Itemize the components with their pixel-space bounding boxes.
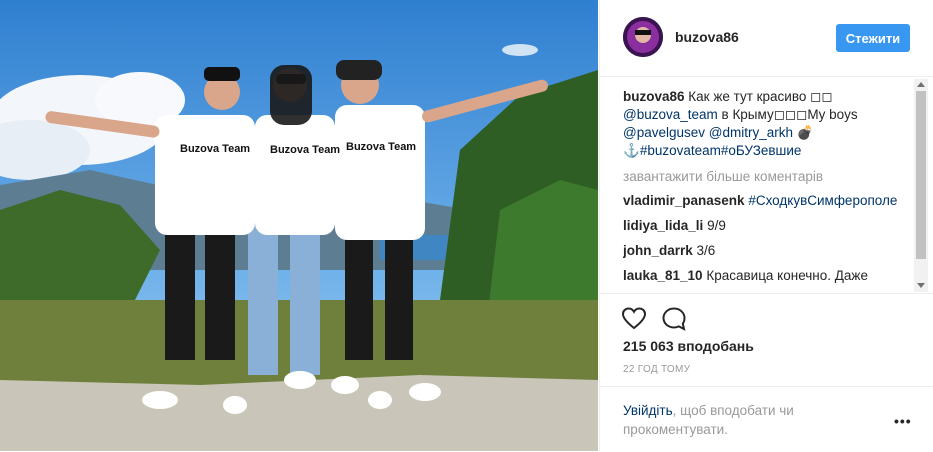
caption-boys: My boys <box>807 107 858 122</box>
load-more-comments[interactable]: завантажити більше коментарів <box>623 168 913 186</box>
comment: lidiya_lida_li 9/9 <box>623 217 913 235</box>
mention-dmitry-arkh[interactable]: @dmitry_arkh <box>709 125 793 140</box>
caption-emoji-2: ◻◻◻ <box>773 107 808 122</box>
comment: lauka_81_10 Красавица конечно. Даже <box>623 267 913 285</box>
comments-list[interactable]: buzova86 Как же тут красиво ◻◻ @buzova_t… <box>623 88 913 293</box>
mention-pavelgusev[interactable]: @pavelgusev <box>623 125 705 140</box>
avatar[interactable] <box>623 17 663 57</box>
caption-emoji: ◻◻ <box>810 89 833 104</box>
scroll-up-arrow-icon[interactable] <box>917 82 925 87</box>
scroll-down-arrow-icon[interactable] <box>917 283 925 288</box>
comment-text: 9/9 <box>707 218 726 233</box>
ellipsis-icon[interactable]: ••• <box>894 413 912 429</box>
comment-text: 3/6 <box>696 243 716 258</box>
caption-text: Как же тут красиво <box>688 89 811 104</box>
avatar-image <box>623 17 663 57</box>
login-prompt: Увійдіть, щоб вподобати чи прокоментуват… <box>623 401 843 439</box>
svg-text:Buzova Team: Buzova Team <box>270 144 340 156</box>
caption-mid: в Крыму <box>717 107 774 122</box>
comment-username[interactable]: john_darrk <box>623 243 693 258</box>
svg-text:Buzova Team: Buzova Team <box>180 143 250 155</box>
scroll-thumb[interactable] <box>916 91 926 259</box>
mention-buzova-team[interactable]: @buzova_team <box>623 107 718 122</box>
action-bar <box>600 293 933 331</box>
comment-username[interactable]: lidiya_lida_li <box>623 218 703 233</box>
anchor-emoji: ⚓ <box>623 143 640 158</box>
bomb-emoji: 💣 <box>796 125 814 140</box>
caption: buzova86 Как же тут красиво ◻◻ @buzova_t… <box>623 88 913 160</box>
svg-text:Buzova Team: Buzova Team <box>346 141 416 153</box>
comment-text[interactable]: #СходкувСимферополе <box>748 193 897 208</box>
post-header: buzova86 Стежити <box>600 0 933 77</box>
post-photo[interactable]: Buzova Team Buzova Team Buzova Team <box>0 0 598 451</box>
comment-username[interactable]: lauka_81_10 <box>623 268 703 283</box>
comment-username[interactable]: vladimir_panasenk <box>623 193 745 208</box>
comment: john_darrk 3/6 <box>623 242 913 260</box>
username[interactable]: buzova86 <box>675 29 739 45</box>
photo-image: Buzova Team Buzova Team Buzova Team <box>0 0 598 451</box>
comment: vladimir_panasenk #СходкувСимферополе <box>623 192 913 210</box>
caption-hashtags[interactable]: #buzovateam#оБУЗевшие <box>640 143 802 158</box>
heart-outline-icon[interactable] <box>621 306 647 332</box>
caption-username[interactable]: buzova86 <box>623 89 685 104</box>
post-timestamp: 22 ГОД ТОМУ <box>623 364 691 375</box>
login-footer: Увійдіть, щоб вподобати чи прокоментуват… <box>600 386 933 452</box>
follow-button[interactable]: Стежити <box>836 24 910 52</box>
comments-scrollbar[interactable] <box>914 79 928 292</box>
likes-count[interactable]: 215 063 вподобань <box>623 338 754 354</box>
login-link[interactable]: Увійдіть <box>623 403 673 418</box>
post-details-panel: buzova86 Стежити buzova86 Как же тут кра… <box>599 0 933 451</box>
comment-text: Красавица конечно. Даже <box>706 268 868 283</box>
speech-bubble-icon[interactable] <box>661 306 687 332</box>
